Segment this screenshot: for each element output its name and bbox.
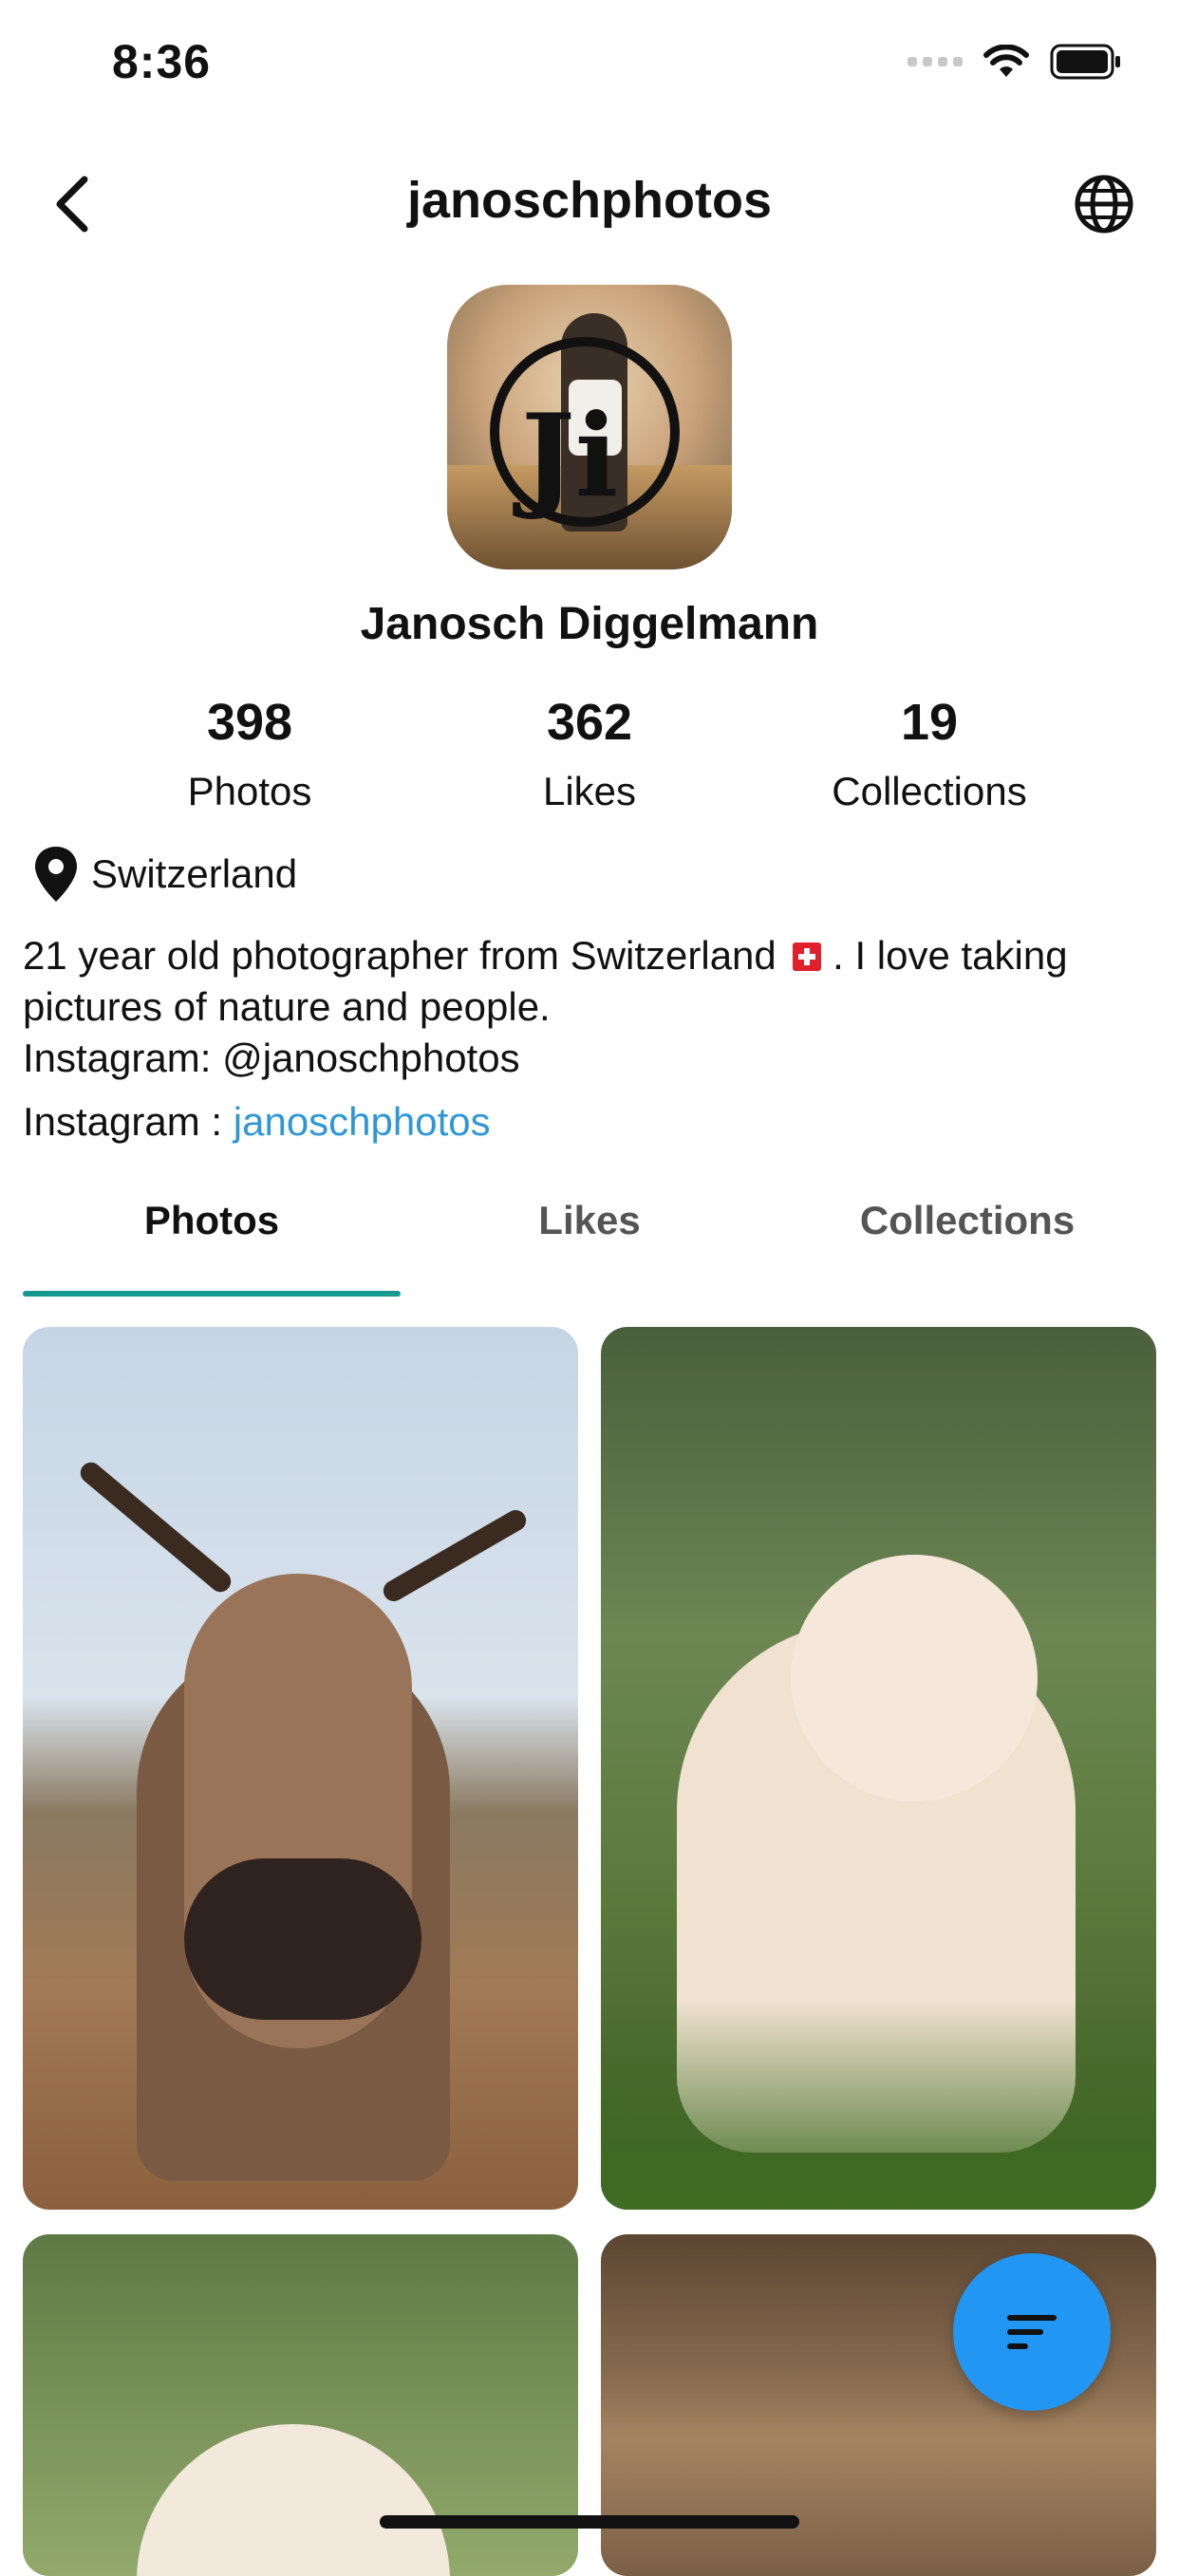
stat-label: Photos bbox=[187, 769, 312, 813]
stat-value: 362 bbox=[546, 694, 633, 751]
sort-button[interactable] bbox=[953, 2253, 1111, 2411]
profile-name: Janosch Diggelmann bbox=[360, 599, 819, 649]
swiss-flag-icon bbox=[793, 943, 822, 971]
bio-text: Instagram: @janoschphotos bbox=[23, 1036, 520, 1080]
location-pin-icon bbox=[35, 847, 77, 902]
bio-text: pictures of nature and people. bbox=[23, 984, 551, 1029]
location-text: Switzerland bbox=[91, 851, 298, 896]
battery-icon bbox=[1050, 44, 1120, 80]
website-button[interactable] bbox=[1071, 171, 1137, 237]
chevron-left-icon bbox=[56, 176, 88, 233]
cellular-signal-icon bbox=[908, 57, 963, 66]
page-title: janoschphotos bbox=[406, 172, 772, 229]
stat-value: 398 bbox=[206, 694, 293, 751]
tab-indicator bbox=[23, 1291, 401, 1297]
status-time: 8:36 bbox=[112, 35, 212, 88]
stat-label: Collections bbox=[832, 769, 1027, 813]
tab-photos[interactable]: Photos bbox=[23, 1198, 401, 1243]
home-indicator bbox=[380, 2515, 799, 2529]
globe-icon bbox=[1075, 175, 1133, 233]
tab-likes[interactable]: Likes bbox=[401, 1198, 778, 1243]
photo-tile-cow[interactable] bbox=[23, 1327, 578, 2210]
tab-bar: Photos Likes Collections bbox=[23, 1198, 1156, 1243]
instagram-label: Instagram : bbox=[23, 1099, 234, 1144]
bio-text: . I love taking bbox=[821, 933, 1068, 978]
stat-collections: 19 Collections bbox=[787, 693, 1072, 814]
bio: 21 year old photographer from Switzerlan… bbox=[23, 930, 1162, 1084]
status-icons bbox=[908, 44, 1122, 80]
wifi-icon bbox=[983, 45, 1029, 77]
stat-photos: 398 Photos bbox=[107, 693, 392, 814]
instagram-link[interactable]: janoschphotos bbox=[234, 1099, 491, 1144]
avatar: Ji bbox=[447, 285, 732, 569]
location: Switzerland bbox=[32, 845, 297, 904]
logo-mark: Ji bbox=[521, 389, 619, 523]
stat-likes: 362 Likes bbox=[447, 693, 732, 814]
bio-text: 21 year old photographer from Switzerlan… bbox=[23, 933, 777, 978]
back-button[interactable] bbox=[38, 171, 104, 237]
photo-tile-dog[interactable] bbox=[601, 1327, 1156, 2210]
stat-value: 19 bbox=[900, 694, 959, 751]
sort-icon bbox=[1007, 2315, 1057, 2349]
stat-label: Likes bbox=[542, 769, 637, 813]
tab-collections[interactable]: Collections bbox=[778, 1198, 1156, 1243]
instagram-line: Instagram : janoschphotos bbox=[23, 1099, 491, 1145]
